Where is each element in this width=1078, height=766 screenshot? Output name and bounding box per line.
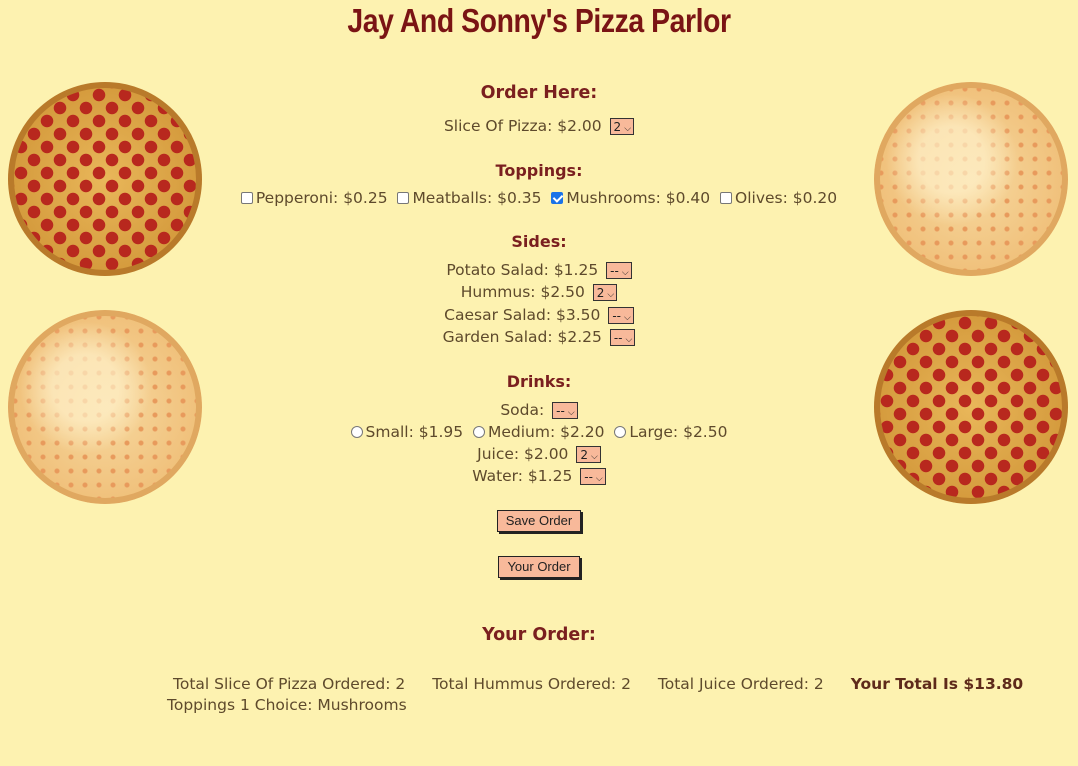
hummus-label: Hummus: $2.50: [460, 283, 585, 301]
potato-salad-select[interactable]: -- ⌵: [606, 262, 632, 279]
caesar-salad-select[interactable]: -- ⌵: [608, 307, 634, 324]
chevron-down-icon: ⌵: [624, 124, 632, 134]
juice-label: Juice: $2.00: [477, 445, 569, 463]
slice-row: Slice Of Pizza: $2.00 2 ⌵: [0, 117, 1078, 135]
hummus-value: 2: [596, 286, 605, 300]
side-row-potato-salad: Potato Salad: $1.25 -- ⌵: [0, 261, 1078, 279]
your-order-button[interactable]: Your Order: [498, 556, 580, 578]
soda-select[interactable]: -- ⌵: [552, 402, 578, 419]
olives-label: Olives: $0.20: [735, 189, 838, 207]
order-heading: Order Here:: [480, 83, 598, 103]
order-section: Order Here:: [0, 83, 1078, 103]
caesar-salad-label: Caesar Salad: $3.50: [444, 306, 601, 324]
your-order-row: Your Order: [0, 556, 1078, 578]
chevron-down-icon: ⌵: [625, 335, 633, 345]
chevron-down-icon: ⌵: [607, 290, 615, 300]
potato-salad-label: Potato Salad: $1.25: [446, 261, 599, 279]
toppings-summary: Toppings 1 Choice: Mushrooms: [167, 696, 407, 714]
hummus-select[interactable]: 2 ⌵: [592, 284, 618, 301]
chevron-down-icon: ⌵: [595, 474, 603, 484]
chevron-down-icon: ⌵: [591, 452, 598, 462]
juice-value: 2: [580, 448, 589, 462]
small-label: Small: $1.95: [365, 423, 464, 441]
slice-quantity-select[interactable]: 2 ⌵: [609, 118, 635, 135]
drinks-heading: Drinks:: [506, 372, 572, 391]
hummus-total: Total Hummus Ordered: 2: [432, 675, 631, 693]
chevron-down-icon: ⌵: [621, 268, 629, 278]
juice-select[interactable]: 2 ⌵: [576, 446, 601, 463]
pepperoni-checkbox[interactable]: [240, 191, 253, 204]
small-radio[interactable]: [350, 425, 363, 438]
garden-salad-value: --: [613, 331, 623, 345]
soda-value: --: [556, 404, 565, 418]
chevron-down-icon: ⌵: [567, 408, 575, 418]
save-row: Save Order: [0, 510, 1078, 532]
topping-pepperoni[interactable]: Pepperoni: $0.25: [240, 189, 388, 207]
meatballs-checkbox[interactable]: [397, 191, 410, 204]
soda-label: Soda:: [500, 401, 545, 419]
summary-heading: Your Order:: [482, 625, 596, 645]
topping-olives[interactable]: Olives: $0.20: [720, 189, 837, 207]
slice-total: Total Slice Of Pizza Ordered: 2: [173, 675, 406, 693]
side-row-caesar-salad: Caesar Salad: $3.50 -- ⌵: [0, 306, 1078, 324]
juice-total: Total Juice Ordered: 2: [657, 675, 824, 693]
topping-mushrooms[interactable]: Mushrooms: $0.40: [551, 189, 710, 207]
water-select[interactable]: -- ⌵: [580, 468, 606, 485]
medium-radio[interactable]: [472, 425, 485, 438]
chevron-down-icon: ⌵: [624, 313, 631, 323]
soda-row: Soda: -- ⌵: [0, 401, 1078, 419]
large-label: Large: $2.50: [629, 423, 728, 441]
summary-totals: Total Slice Of Pizza Ordered: 2 Total Hu…: [173, 675, 1023, 693]
olives-checkbox[interactable]: [720, 191, 732, 204]
garden-salad-label: Garden Salad: $2.25: [442, 328, 602, 346]
toppings-heading: Toppings:: [495, 161, 583, 180]
water-row: Water: $1.25 -- ⌵: [0, 467, 1078, 485]
summary-heading-row: Your Order:: [0, 625, 1078, 645]
slice-label: Slice Of Pizza: $2.00: [443, 117, 602, 135]
slice-quantity-value: 2: [613, 120, 622, 134]
save-order-button[interactable]: Save Order: [496, 510, 582, 532]
side-row-hummus: Hummus: $2.50 2 ⌵: [0, 283, 1078, 301]
caesar-salad-value: --: [612, 309, 621, 323]
garden-salad-select[interactable]: -- ⌵: [609, 329, 636, 346]
water-label: Water: $1.25: [472, 467, 573, 485]
topping-meatballs[interactable]: Meatballs: $0.35: [397, 189, 541, 207]
pepperoni-label: Pepperoni: $0.25: [255, 189, 388, 207]
potato-salad-value: --: [610, 264, 619, 278]
medium-label: Medium: $2.20: [487, 423, 605, 441]
size-medium[interactable]: Medium: $2.20: [472, 423, 605, 441]
sides-heading: Sides:: [511, 232, 567, 251]
summary-toppings: Toppings 1 Choice: Mushrooms: [167, 696, 407, 714]
size-large[interactable]: Large: $2.50: [614, 423, 727, 441]
water-value: --: [584, 470, 593, 484]
grand-total: Your Total Is $13.80: [850, 675, 1024, 693]
page-title: Jay And Sonny's Pizza Parlor: [347, 2, 731, 39]
soda-size-row: Small: $1.95 Medium: $2.20 Large: $2.50: [0, 423, 1078, 441]
toppings-row: Pepperoni: $0.25 Meatballs: $0.35 Mushro…: [0, 189, 1078, 207]
mushrooms-checkbox[interactable]: [551, 191, 564, 204]
large-radio[interactable]: [614, 425, 627, 438]
size-small[interactable]: Small: $1.95: [350, 423, 464, 441]
juice-row: Juice: $2.00 2 ⌵: [0, 445, 1078, 463]
meatballs-label: Meatballs: $0.35: [412, 189, 542, 207]
mushrooms-label: Mushrooms: $0.40: [566, 189, 711, 207]
side-row-garden-salad: Garden Salad: $2.25 -- ⌵: [0, 328, 1078, 346]
